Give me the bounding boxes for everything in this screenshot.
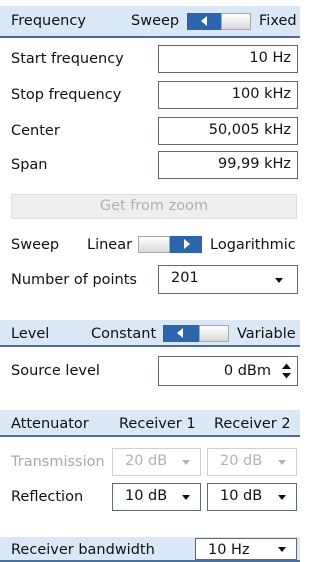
transmission-receiver-2-value: 20 dB: [220, 453, 263, 469]
toggle-knob: [138, 236, 170, 253]
toggle-knob: [221, 13, 251, 30]
center-frequency-value: 50,005 kHz: [208, 122, 291, 138]
arrow-left-icon: [177, 328, 183, 338]
start-frequency-value: 10 Hz: [249, 50, 291, 66]
sweep-mode-label: Sweep: [131, 13, 180, 29]
toggle-active-segment: [163, 325, 199, 342]
chevron-down-icon: [182, 460, 190, 465]
source-level-value: 0 dBm: [223, 363, 271, 379]
variable-mode-label: Variable: [237, 326, 296, 342]
span-label: Span: [11, 157, 48, 173]
reflection-receiver-1-value: 10 dB: [125, 488, 168, 504]
receiver-1-column-label: Receiver 1: [119, 416, 196, 432]
chevron-down-icon: [275, 278, 283, 283]
header-divider: [0, 36, 300, 38]
source-level-field[interactable]: 0 dBm: [158, 356, 298, 386]
sweep-type-label: Sweep: [11, 237, 60, 253]
receiver-2-column-label: Receiver 2: [214, 416, 291, 432]
frequency-mode-toggle[interactable]: [187, 13, 251, 30]
chevron-down-icon: [278, 495, 286, 500]
reflection-receiver-2-dropdown[interactable]: 10 dB: [207, 483, 297, 511]
logarithmic-option-label: Logarithmic: [210, 237, 296, 253]
toggle-active-segment: [170, 236, 202, 253]
start-frequency-label: Start frequency: [11, 51, 124, 67]
center-label: Center: [11, 123, 60, 139]
number-of-points-dropdown[interactable]: 201: [158, 265, 298, 294]
arrow-right-icon: [184, 239, 190, 249]
header-divider: [0, 435, 300, 437]
sweep-type-toggle[interactable]: [138, 236, 202, 253]
reflection-receiver-2-value: 10 dB: [220, 488, 263, 504]
arrow-left-icon: [201, 16, 207, 26]
stop-frequency-label: Stop frequency: [11, 87, 122, 103]
start-frequency-field[interactable]: 10 Hz: [158, 45, 298, 73]
chevron-down-icon: [182, 495, 190, 500]
reflection-receiver-1-dropdown[interactable]: 10 dB: [112, 483, 201, 511]
transmission-receiver-1-dropdown[interactable]: 20 dB: [112, 448, 201, 476]
center-frequency-field[interactable]: 50,005 kHz: [158, 117, 298, 145]
receiver-bandwidth-dropdown[interactable]: 10 Hz: [195, 538, 297, 560]
level-mode-toggle[interactable]: [163, 325, 229, 342]
toggle-knob: [199, 325, 229, 342]
header-divider: [0, 345, 300, 347]
frequency-header-label: Frequency: [11, 13, 86, 29]
span-field[interactable]: 99,99 kHz: [158, 151, 298, 179]
stop-frequency-field[interactable]: 100 kHz: [158, 81, 298, 109]
get-from-zoom-button[interactable]: Get from zoom: [11, 194, 297, 219]
number-of-points-label: Number of points: [11, 272, 137, 288]
chevron-down-icon: [278, 460, 286, 465]
toggle-active-segment: [187, 13, 221, 30]
spin-buttons-icon[interactable]: [281, 362, 292, 380]
linear-option-label: Linear: [87, 237, 133, 253]
fixed-mode-label: Fixed: [259, 13, 297, 29]
number-of-points-value: 201: [171, 270, 199, 286]
span-value: 99,99 kHz: [217, 156, 291, 172]
chevron-down-icon: [278, 547, 286, 552]
stop-frequency-value: 100 kHz: [231, 86, 291, 102]
source-level-label: Source level: [11, 363, 100, 379]
receiver-bandwidth-value: 10 Hz: [208, 542, 250, 558]
transmission-receiver-1-value: 20 dB: [125, 453, 168, 469]
transmission-receiver-2-dropdown[interactable]: 20 dB: [207, 448, 297, 476]
reflection-label: Reflection: [11, 489, 84, 505]
receiver-bandwidth-label: Receiver bandwidth: [11, 542, 155, 558]
transmission-label: Transmission: [11, 454, 105, 470]
level-header-label: Level: [11, 326, 50, 342]
attenuator-header-label: Attenuator: [11, 416, 89, 432]
constant-mode-label: Constant: [91, 326, 157, 342]
